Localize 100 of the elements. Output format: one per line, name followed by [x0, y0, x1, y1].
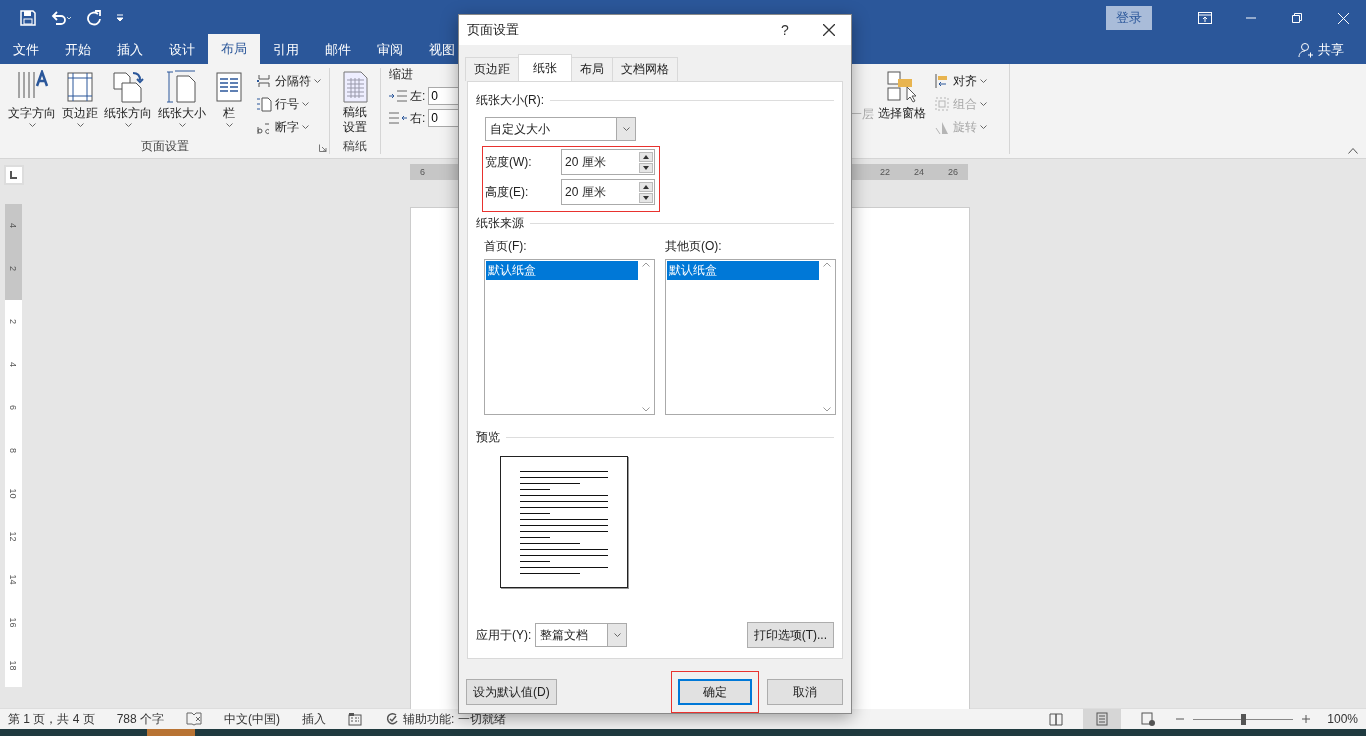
undo-icon[interactable]	[50, 10, 72, 26]
ribbon-tab[interactable]: 文件	[0, 36, 52, 64]
apply-to-dropdown[interactable]: 整篇文档	[535, 623, 628, 647]
down-arrow-icon[interactable]	[643, 165, 649, 170]
tab-selector[interactable]	[4, 165, 24, 185]
ribbon-tab[interactable]: 设计	[156, 36, 208, 64]
caret-icon	[178, 123, 186, 127]
view-button[interactable]	[1083, 709, 1122, 729]
size-icon	[165, 70, 199, 104]
ribbon-button[interactable]: 纸张大小	[156, 68, 208, 138]
scroll-up-icon[interactable]	[823, 262, 831, 267]
tray-list[interactable]: 默认纸盒	[665, 259, 836, 415]
list-item[interactable]: 默认纸盒	[667, 261, 819, 280]
dialog-tab[interactable]: 文档网格	[612, 57, 678, 81]
accessibility-status[interactable]: 辅助功能: 一切就绪	[403, 710, 506, 728]
ruler-number: 4	[7, 223, 20, 228]
ribbon-button[interactable]: 分隔符	[254, 70, 323, 92]
indent-left-icon	[389, 90, 407, 102]
ruler-number: 16	[7, 617, 20, 628]
ribbon-button[interactable]: 页边距	[60, 68, 100, 138]
redo-icon[interactable]	[86, 10, 102, 26]
input-mode[interactable]: 插入	[302, 710, 327, 728]
sign-in-button[interactable]: 登录	[1106, 6, 1152, 30]
down-arrow-icon[interactable]	[643, 195, 649, 200]
caret-icon	[613, 633, 621, 637]
group-label: 稿纸	[342, 138, 368, 154]
ruler-number: 6	[420, 167, 425, 177]
dialog-launcher-icon[interactable]	[319, 144, 327, 152]
indent-left-label: 左:	[410, 87, 426, 105]
set-default-button[interactable]: 设为默认值(D)	[466, 679, 557, 705]
help-button[interactable]: ?	[763, 22, 807, 38]
left-tab-icon	[10, 171, 18, 179]
page-count[interactable]: 第 1 页，共 4 页	[8, 710, 95, 728]
save-icon[interactable]	[20, 10, 36, 26]
list-item[interactable]: 默认纸盒	[486, 261, 638, 280]
cancel-button[interactable]: 取消	[767, 679, 843, 705]
ribbon-tab[interactable]: 插入	[104, 36, 156, 64]
ribbon-tab[interactable]: 引用	[260, 36, 312, 64]
customize-icon[interactable]	[116, 14, 124, 22]
ruler-number: 10	[7, 488, 20, 499]
web-view-icon	[1140, 711, 1157, 727]
ribbon-button[interactable]: 纸张方向	[102, 68, 154, 138]
ruler-number: 2	[7, 266, 20, 271]
macro-icon[interactable]	[348, 712, 363, 726]
caret-icon	[302, 102, 309, 106]
scroll-down-icon[interactable]	[642, 407, 650, 412]
ribbon-tab[interactable]: 布局	[208, 34, 260, 64]
language-label[interactable]: 中文(中国)	[224, 710, 281, 728]
accessibility-icon[interactable]	[384, 712, 401, 726]
ribbon-button[interactable]: 文字方向	[6, 68, 58, 138]
up-arrow-icon[interactable]	[643, 184, 649, 189]
line-numbers-icon	[256, 96, 272, 112]
selection-pane-icon	[885, 70, 919, 104]
height-field[interactable]: 20 厘米	[561, 179, 655, 205]
ribbon-tab[interactable]: 开始	[52, 36, 104, 64]
section-heading: 纸张大小(R):	[476, 92, 544, 109]
indent-heading: 缩进	[389, 66, 414, 83]
restore-icon[interactable]	[1292, 13, 1302, 23]
ok-button[interactable]: 确定	[678, 679, 752, 705]
share-label[interactable]: 共享	[1318, 41, 1344, 59]
align-icon	[934, 73, 950, 89]
caret-icon	[302, 125, 309, 129]
person-add-icon[interactable]	[1298, 42, 1314, 58]
ribbon-tab[interactable]: 审阅	[364, 36, 416, 64]
collapse-ribbon-icon[interactable]	[1348, 148, 1358, 154]
ribbon-button[interactable]: 选择窗格	[876, 68, 928, 154]
print-options-button[interactable]: 打印选项(T)...	[746, 622, 834, 648]
caret-icon	[314, 79, 321, 83]
word-count[interactable]: 788 个字	[116, 710, 165, 728]
ribbon-button[interactable]: 行号	[254, 93, 323, 115]
list-label: 其他页(O):	[665, 238, 723, 255]
proofing-icon[interactable]	[186, 712, 203, 726]
paper-size-dropdown[interactable]: 自定义大小	[485, 117, 636, 141]
close-icon[interactable]	[1337, 12, 1349, 24]
ruler-number: 26	[948, 167, 958, 177]
scroll-down-icon[interactable]	[823, 407, 831, 412]
scroll-up-icon[interactable]	[642, 262, 650, 267]
ribbon-button[interactable]: 栏	[210, 68, 248, 138]
ribbon-tab[interactable]: 视图	[416, 36, 468, 64]
caret-icon	[980, 102, 987, 106]
dialog-tab[interactable]: 纸张	[518, 54, 572, 81]
caret-icon	[124, 123, 132, 127]
dialog-tab[interactable]: 页边距	[465, 57, 519, 81]
ruler-number: 6	[7, 405, 20, 410]
ribbon-tab[interactable]: 邮件	[312, 36, 364, 64]
list-label: 首页(F):	[484, 238, 528, 255]
ribbon-button[interactable]: 稿纸设置	[336, 68, 374, 138]
zoom-in-icon[interactable]	[1301, 714, 1312, 724]
zoom-thumb[interactable]	[1240, 713, 1246, 725]
width-field[interactable]: 20 厘米	[561, 149, 655, 175]
ribbon-button[interactable]: 断字	[254, 116, 323, 138]
height-label: 高度(E):	[485, 183, 529, 201]
dialog-title: 页面设置	[467, 21, 519, 39]
indent-right-icon	[389, 112, 407, 124]
zoom-level[interactable]: 100%	[1327, 712, 1358, 726]
width-label: 宽度(W):	[485, 153, 532, 171]
up-arrow-icon[interactable]	[643, 154, 649, 159]
tray-list[interactable]: 默认纸盒	[484, 259, 655, 415]
ribbon-display-icon[interactable]	[1198, 12, 1212, 24]
ribbon-button[interactable]: 对齐	[932, 70, 989, 92]
